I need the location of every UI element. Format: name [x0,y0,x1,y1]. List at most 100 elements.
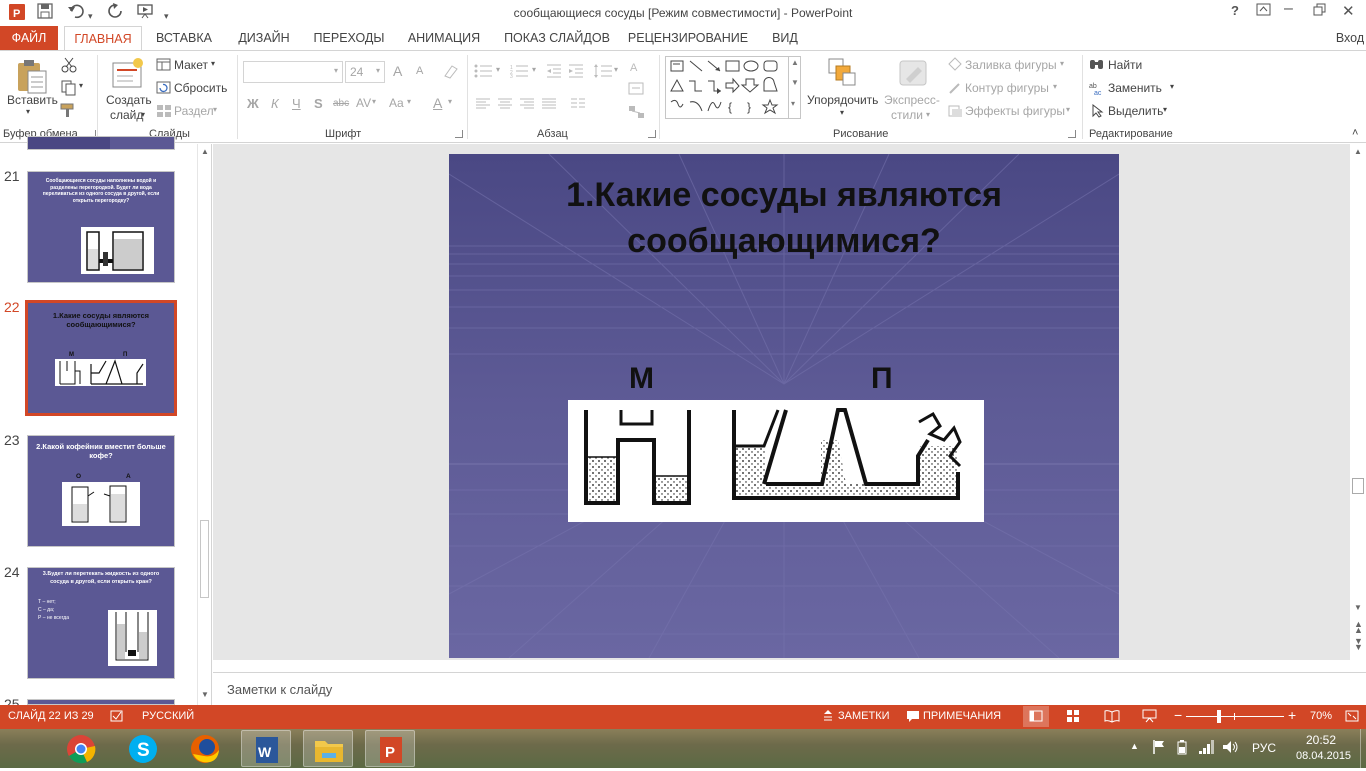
paragraph-launcher-icon[interactable] [648,130,656,138]
find-icon[interactable] [1089,58,1105,75]
layout-dropdown-icon[interactable]: ▾ [211,59,215,68]
layout-icon[interactable] [156,58,172,75]
shape-effects-icon[interactable] [947,104,963,121]
shadow-button[interactable]: S [314,96,323,111]
shape-outline-button[interactable]: Контур фигуры [965,81,1049,95]
shapes-gallery[interactable]: { } ▲ ▼ ▾ [665,56,801,119]
collapse-ribbon-icon[interactable]: ˄ [1352,127,1358,139]
chrome-icon[interactable] [56,730,106,767]
tab-transitions[interactable]: ПЕРЕХОДЫ [306,26,392,50]
new-slide-button[interactable]: Создать [106,93,152,107]
replace-dropdown-icon[interactable]: ▾ [1170,82,1174,91]
scroll-down-icon[interactable]: ▼ [1354,603,1362,612]
select-dropdown-icon[interactable]: ▾ [1163,105,1167,114]
shape-fill-dropdown-icon[interactable]: ▾ [1060,59,1064,68]
notes-toggle-button[interactable]: ЗАМЕТКИ [838,710,890,722]
slide-thumbnail-24[interactable]: 3.Будет ли перетекать жидкость из одного… [27,567,175,679]
zoom-out-button[interactable]: − [1174,707,1182,723]
char-spacing-dropdown-icon[interactable]: ▾ [372,97,376,106]
arrange-dropdown-icon[interactable]: ▾ [840,108,844,117]
scroll-down-icon[interactable]: ▼ [201,690,209,699]
slide-thumbnail-23[interactable]: 2.Какой кофейник вместит больше кофе? О … [27,435,175,547]
reset-button[interactable]: Сбросить [174,81,227,95]
arrange-icon[interactable] [827,57,857,92]
arrange-button[interactable]: Упорядочить [807,93,878,107]
font-size-dropdown-icon[interactable]: ▾ [376,66,380,75]
slideshow-view-icon[interactable] [1142,709,1158,726]
gallery-more-icon[interactable]: ▾ [791,99,795,108]
quick-styles-label-2[interactable]: стили [891,108,923,122]
shape-outline-icon[interactable] [947,81,963,98]
skype-icon[interactable]: S [118,730,168,767]
restore-icon[interactable] [1313,3,1327,20]
current-slide[interactable]: 1.Какие сосуды являются сообщающимися? М… [449,154,1119,658]
increase-indent-icon[interactable] [568,64,584,81]
shape-outline-dropdown-icon[interactable]: ▾ [1053,82,1057,91]
tab-view[interactable]: ВИД [762,26,808,50]
notes-toggle-icon[interactable] [822,709,834,726]
slide-thumbnail-21[interactable]: Сообщающиеся сосуды наполнены водой и ра… [27,171,175,283]
close-icon[interactable]: ✕ [1342,2,1355,20]
fit-slide-icon[interactable] [1344,708,1360,727]
change-case-button[interactable]: Aa [389,96,404,110]
strikethrough-button[interactable]: abc [333,98,349,109]
normal-view-button[interactable] [1023,706,1049,727]
decrease-indent-icon[interactable] [546,64,562,81]
scroll-up-icon[interactable]: ▲ [201,147,209,156]
zoom-in-button[interactable]: + [1288,707,1296,723]
section-dropdown-icon[interactable]: ▾ [213,105,217,114]
slide-thumbnail-20[interactable] [27,136,175,150]
word-icon[interactable]: W [241,730,291,767]
spelling-check-icon[interactable] [110,709,124,726]
font-color-button[interactable]: A [433,95,442,111]
italic-button[interactable]: К [271,96,279,111]
line-spacing-dropdown-icon[interactable]: ▾ [614,65,618,74]
notes-placeholder[interactable]: Заметки к слайду [227,682,332,697]
format-painter-icon[interactable] [60,102,78,121]
scroll-up-icon[interactable]: ▲ [1354,147,1362,156]
change-case-dropdown-icon[interactable]: ▾ [407,97,411,106]
vessels-picture[interactable] [568,400,984,522]
tab-file[interactable]: ФАЙЛ [0,26,58,50]
zoom-slider[interactable] [1186,710,1284,723]
shape-fill-icon[interactable] [947,57,963,74]
next-slide-icon[interactable]: ▼ ▼ [1354,637,1363,652]
label-p[interactable]: П [871,362,893,396]
reset-icon[interactable] [156,81,172,98]
line-spacing-icon[interactable] [593,63,613,82]
slide-editing-area[interactable]: 1.Какие сосуды являются сообщающимися? М… [213,144,1366,660]
replace-icon[interactable]: ab ac [1089,81,1107,98]
paste-icon[interactable] [14,57,48,98]
shape-effects-dropdown-icon[interactable]: ▾ [1066,105,1070,114]
section-button[interactable]: Раздел [174,104,214,118]
powerpoint-icon[interactable]: P [365,730,415,767]
tab-insert[interactable]: ВСТАВКА [148,26,220,50]
explorer-icon[interactable] [303,730,353,767]
bullets-icon[interactable] [474,64,494,81]
language-indicator[interactable]: РУССКИЙ [142,710,194,722]
char-spacing-button[interactable]: AV [356,96,371,110]
grow-font-icon[interactable]: A [393,63,402,79]
cut-icon[interactable] [60,57,78,76]
quick-styles-button[interactable]: Экспресс- [884,93,940,107]
font-family-combo[interactable]: ▾ [243,61,343,83]
underline-button[interactable]: Ч [292,96,301,111]
zoom-level[interactable]: 70% [1310,710,1332,722]
slide-thumbnail-22[interactable]: 1.Какие сосуды являются сообщающимися? М… [25,300,177,416]
scrollbar-thumb[interactable] [1352,478,1364,494]
power-icon[interactable] [1176,739,1188,758]
bullets-dropdown-icon[interactable]: ▾ [496,65,500,74]
clock-time[interactable]: 20:52 [1306,733,1336,747]
copy-icon[interactable] [60,80,78,99]
slide-scrollbar[interactable]: ▲ ▼ ▲ ▲ ▼ ▼ [1349,144,1366,660]
layout-button[interactable]: Макет [174,58,208,72]
columns-icon[interactable] [570,98,586,113]
previous-slide-icon[interactable]: ▲ ▲ [1354,620,1363,635]
clear-formatting-icon[interactable] [442,63,460,82]
align-center-icon[interactable] [497,98,513,113]
firefox-icon[interactable] [180,730,230,767]
shape-fill-button[interactable]: Заливка фигуры [965,58,1057,72]
action-center-flag-icon[interactable] [1152,739,1166,758]
numbering-icon[interactable]: 123 [510,64,530,81]
font-color-dropdown-icon[interactable]: ▾ [448,97,452,106]
